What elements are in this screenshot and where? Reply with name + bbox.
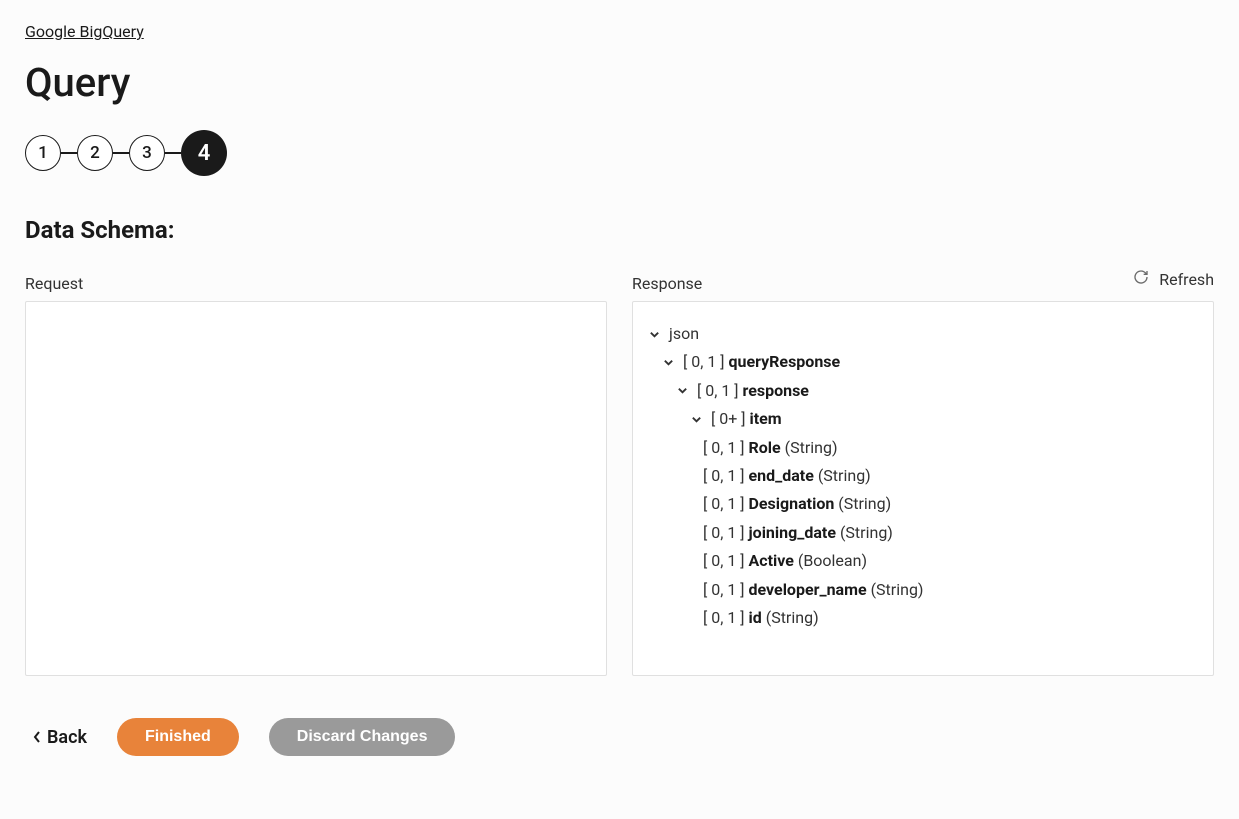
tree-node-queryresponse[interactable]: [ 0, 1 ] queryResponse [647,348,1199,376]
field-type: (String) [838,494,891,513]
back-label: Back [47,727,87,748]
finished-button[interactable]: Finished [117,718,239,756]
node-label: json [669,323,699,345]
chevron-down-icon [675,384,689,398]
step-connector [61,152,77,154]
tree-leaf[interactable]: [ 0, 1 ] Active (Boolean) [647,547,1199,575]
cardinality: [ 0, 1 ] [697,381,739,400]
tree-leaf[interactable]: [ 0, 1 ] joining_date (String) [647,519,1199,547]
field-name: Designation [749,494,835,513]
cardinality: [ 0, 1 ] [703,551,745,570]
cardinality: [ 0, 1 ] [703,466,745,485]
cardinality: [ 0, 1 ] [683,352,725,371]
step-4[interactable]: 4 [181,130,227,176]
field-name: id [749,608,762,627]
field-type: (String) [871,580,924,599]
node-label: response [743,381,809,400]
refresh-button[interactable]: Refresh [1133,269,1214,293]
field-type: (Boolean) [798,551,867,570]
response-label: Response [632,274,702,293]
breadcrumb-link[interactable]: Google BigQuery [25,22,144,41]
cardinality: [ 0+ ] [711,409,746,428]
field-type: (String) [840,523,893,542]
field-type: (String) [785,438,838,457]
step-connector [165,152,181,154]
tree-leaf[interactable]: [ 0, 1 ] Role (String) [647,434,1199,462]
tree-leaf[interactable]: [ 0, 1 ] developer_name (String) [647,576,1199,604]
field-name: developer_name [749,580,867,599]
response-panel: json [ 0, 1 ] queryResponse [ 0, 1 ] res… [632,301,1214,676]
tree-leaf[interactable]: [ 0, 1 ] Designation (String) [647,490,1199,518]
field-type: (String) [818,466,871,485]
request-panel [25,301,607,676]
stepper: 1 2 3 4 [25,130,1214,176]
tree-node-json[interactable]: json [647,320,1199,348]
tree-leaf[interactable]: [ 0, 1 ] id (String) [647,604,1199,632]
step-connector [113,152,129,154]
node-label: item [749,409,781,428]
chevron-left-icon [33,731,41,743]
cardinality: [ 0, 1 ] [703,438,745,457]
discard-button[interactable]: Discard Changes [269,718,456,756]
refresh-label: Refresh [1159,270,1214,289]
refresh-icon [1133,269,1149,289]
field-name: joining_date [749,523,836,542]
field-name: Active [749,551,794,570]
tree-node-item[interactable]: [ 0+ ] item [647,405,1199,433]
section-title: Data Schema: [25,216,1214,244]
step-1[interactable]: 1 [25,135,61,171]
node-label: queryResponse [729,352,841,371]
tree-leaf[interactable]: [ 0, 1 ] end_date (String) [647,462,1199,490]
cardinality: [ 0, 1 ] [703,580,745,599]
request-label: Request [25,274,607,293]
field-name: Role [749,438,781,457]
field-type: (String) [766,608,819,627]
step-3[interactable]: 3 [129,135,165,171]
tree-node-response[interactable]: [ 0, 1 ] response [647,377,1199,405]
chevron-down-icon [689,412,703,426]
back-button[interactable]: Back [33,727,87,748]
cardinality: [ 0, 1 ] [703,523,745,542]
schema-tree: json [ 0, 1 ] queryResponse [ 0, 1 ] res… [633,302,1213,675]
chevron-down-icon [647,327,661,341]
chevron-down-icon [661,356,675,370]
field-name: end_date [749,466,814,485]
cardinality: [ 0, 1 ] [703,608,745,627]
cardinality: [ 0, 1 ] [703,494,745,513]
page-title: Query [25,59,1214,106]
step-2[interactable]: 2 [77,135,113,171]
